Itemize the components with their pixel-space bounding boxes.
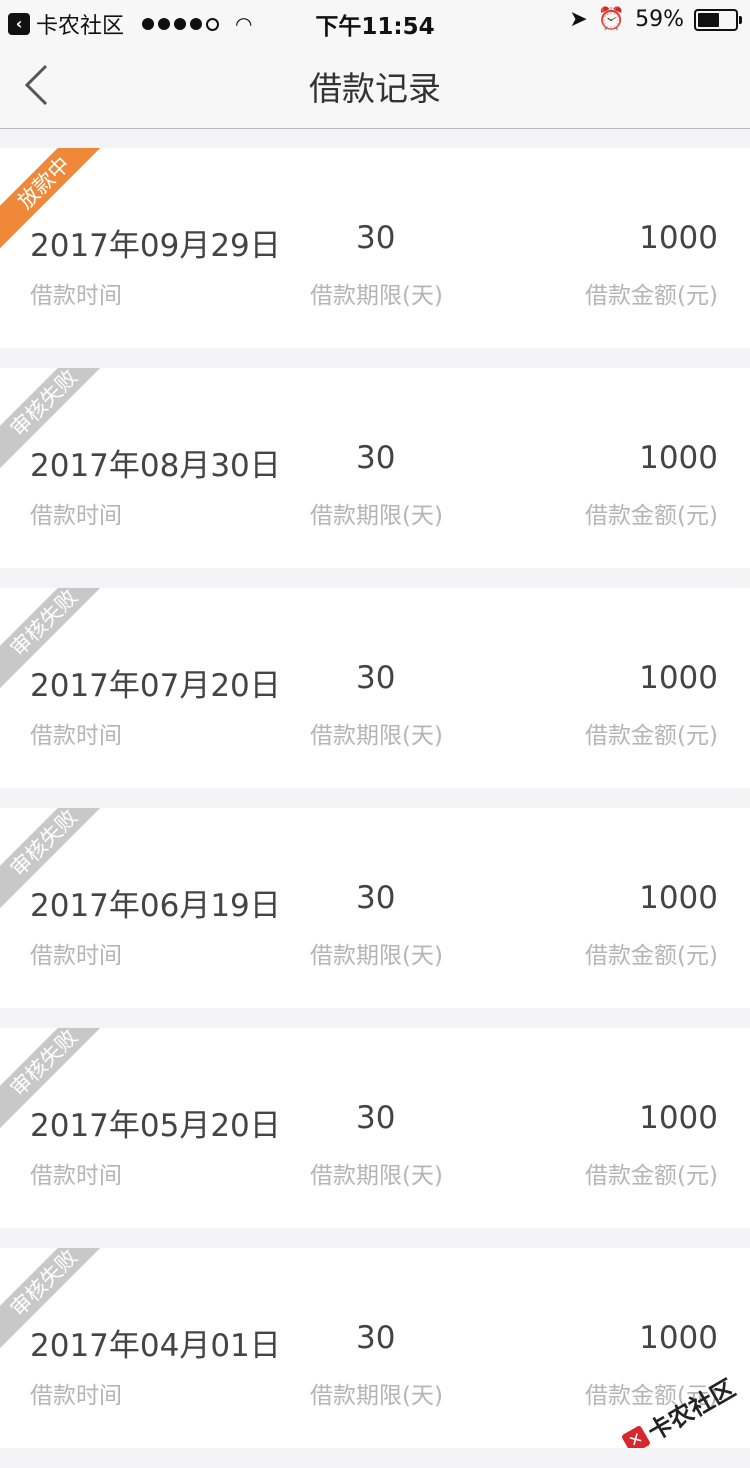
loan-date-label: 借款时间 (30, 1163, 122, 1189)
loan-date-label: 借款时间 (30, 723, 122, 749)
loan-term-label: 借款期限(天) (310, 1383, 443, 1409)
loan-date-value: 2017年05月20日 (30, 1108, 281, 1144)
loan-amount-value: 1000 (639, 1320, 718, 1356)
loan-record-card[interactable]: 放款中 2017年09月29日 30 1000 借款时间 借款期限(天) 借款金… (0, 148, 750, 348)
loan-amount-value: 1000 (639, 220, 718, 256)
status-bar: ‹ 卡农社区 ◠ 下午11:54 ➤ ⏰ 59% (0, 0, 750, 40)
loan-term-label: 借款期限(天) (310, 283, 443, 309)
loan-term-label: 借款期限(天) (310, 1163, 443, 1189)
loan-amount-label: 借款金额(元) (585, 943, 718, 969)
loan-term-value: 30 (356, 880, 396, 916)
loan-amount-value: 1000 (639, 440, 718, 476)
loan-term-value: 30 (356, 440, 396, 476)
loan-date-value: 2017年04月01日 (30, 1328, 281, 1364)
loan-amount-label: 借款金额(元) (585, 723, 718, 749)
loan-record-card[interactable]: 审核失败 2017年08月30日 30 1000 借款时间 借款期限(天) 借款… (0, 368, 750, 568)
loan-term-label: 借款期限(天) (310, 503, 443, 529)
page-title: 借款记录 (309, 69, 441, 108)
location-arrow-icon: ➤ (569, 7, 588, 32)
loan-date-value: 2017年08月30日 (30, 448, 281, 484)
loan-date-value: 2017年06月19日 (30, 888, 281, 924)
loan-amount-label: 借款金额(元) (585, 1163, 718, 1189)
alarm-clock-icon: ⏰ (597, 7, 626, 32)
status-right: ➤ ⏰ 59% (569, 7, 742, 32)
battery-percent: 59% (635, 7, 684, 32)
loan-record-card[interactable]: 审核失败 2017年07月20日 30 1000 借款时间 借款期限(天) 借款… (0, 588, 750, 788)
loan-term-value: 30 (356, 1100, 396, 1136)
loan-amount-value: 1000 (639, 880, 718, 916)
loan-amount-value: 1000 (639, 1100, 718, 1136)
loan-date-label: 借款时间 (30, 1383, 122, 1409)
loan-date-value: 2017年07月20日 (30, 668, 281, 704)
loan-term-label: 借款期限(天) (310, 723, 443, 749)
loan-term-value: 30 (356, 1320, 396, 1356)
loan-date-value: 2017年09月29日 (30, 228, 281, 264)
loan-term-value: 30 (356, 220, 396, 256)
loan-amount-label: 借款金额(元) (585, 283, 718, 309)
loan-term-label: 借款期限(天) (310, 943, 443, 969)
loan-record-list: 放款中 2017年09月29日 30 1000 借款时间 借款期限(天) 借款金… (0, 148, 750, 1468)
battery-icon (694, 8, 742, 31)
loan-amount-label: 借款金额(元) (585, 503, 718, 529)
loan-amount-value: 1000 (639, 660, 718, 696)
loan-record-card[interactable]: 审核失败 2017年05月20日 30 1000 借款时间 借款期限(天) 借款… (0, 1028, 750, 1228)
loan-date-label: 借款时间 (30, 943, 122, 969)
loan-date-label: 借款时间 (30, 503, 122, 529)
loan-record-card[interactable]: 审核失败 2017年04月01日 30 1000 借款时间 借款期限(天) 借款… (0, 1248, 750, 1448)
loan-date-label: 借款时间 (30, 283, 122, 309)
loan-term-value: 30 (356, 660, 396, 696)
loan-record-card[interactable]: 审核失败 2017年06月19日 30 1000 借款时间 借款期限(天) 借款… (0, 808, 750, 1008)
navigation-bar: 借款记录 (0, 40, 750, 129)
